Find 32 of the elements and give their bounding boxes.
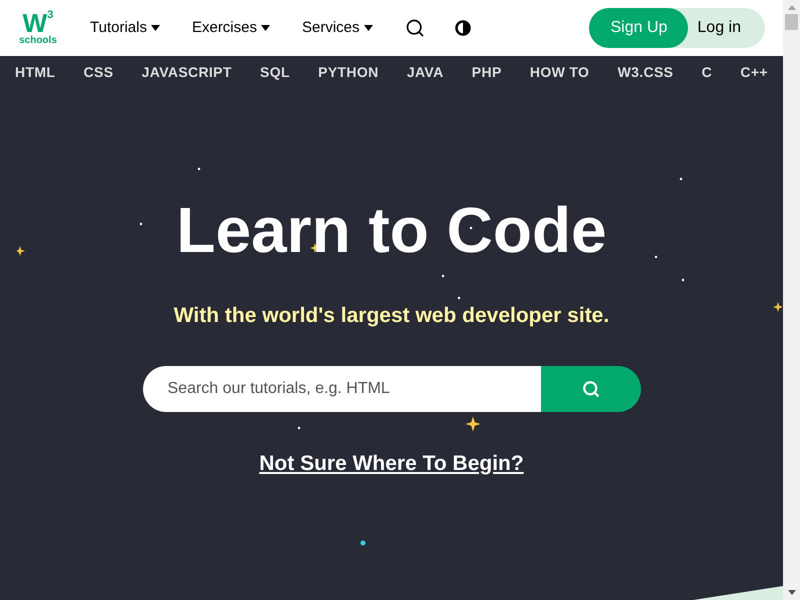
get-started-link[interactable]: Not Sure Where To Begin? bbox=[259, 448, 524, 479]
search-submit-button[interactable] bbox=[540, 366, 640, 412]
topic-link[interactable]: PYTHON bbox=[318, 62, 379, 82]
nav-menu-button[interactable]: Tutorials bbox=[90, 16, 160, 40]
caret-icon bbox=[150, 25, 160, 31]
contrast-icon bbox=[454, 20, 471, 36]
topic-link[interactable]: W3.CSS bbox=[618, 62, 674, 82]
search-field[interactable]: Search our tutorials, e.g. HTML bbox=[142, 366, 540, 412]
scroll-thumb[interactable] bbox=[785, 14, 798, 30]
hero-title: Learn to Code bbox=[176, 198, 607, 262]
theme-toggle-button[interactable] bbox=[454, 20, 471, 36]
topic-link[interactable]: C++ bbox=[740, 62, 768, 82]
topic-link[interactable]: PHP bbox=[472, 62, 502, 82]
topic-link[interactable]: HOW TO bbox=[530, 62, 590, 82]
scroll-down-arrow-icon bbox=[788, 590, 796, 595]
search-icon bbox=[404, 18, 425, 38]
hero-subtitle: With the world's largest web developer site. bbox=[174, 303, 610, 329]
search-icon bbox=[582, 380, 600, 398]
topic-link[interactable]: JAVA bbox=[406, 62, 444, 82]
topic-link[interactable]: C bbox=[702, 62, 712, 82]
caret-icon bbox=[364, 25, 373, 31]
caret-icon bbox=[261, 25, 270, 31]
nav-menu-button[interactable]: Services bbox=[302, 16, 373, 40]
search-button[interactable] bbox=[404, 18, 425, 38]
topic-link[interactable]: JAVASCRIPT bbox=[142, 62, 232, 82]
scrollbar[interactable] bbox=[783, 0, 800, 600]
topic-link[interactable]: HTML bbox=[15, 62, 56, 82]
nav-menu-button[interactable]: Exercises bbox=[192, 16, 270, 40]
topic-link[interactable]: SQL bbox=[260, 62, 290, 82]
topic-link[interactable]: CSS bbox=[84, 62, 114, 82]
scroll-up-arrow-icon bbox=[788, 5, 796, 10]
log-in-button[interactable]: Log in bbox=[688, 8, 765, 48]
